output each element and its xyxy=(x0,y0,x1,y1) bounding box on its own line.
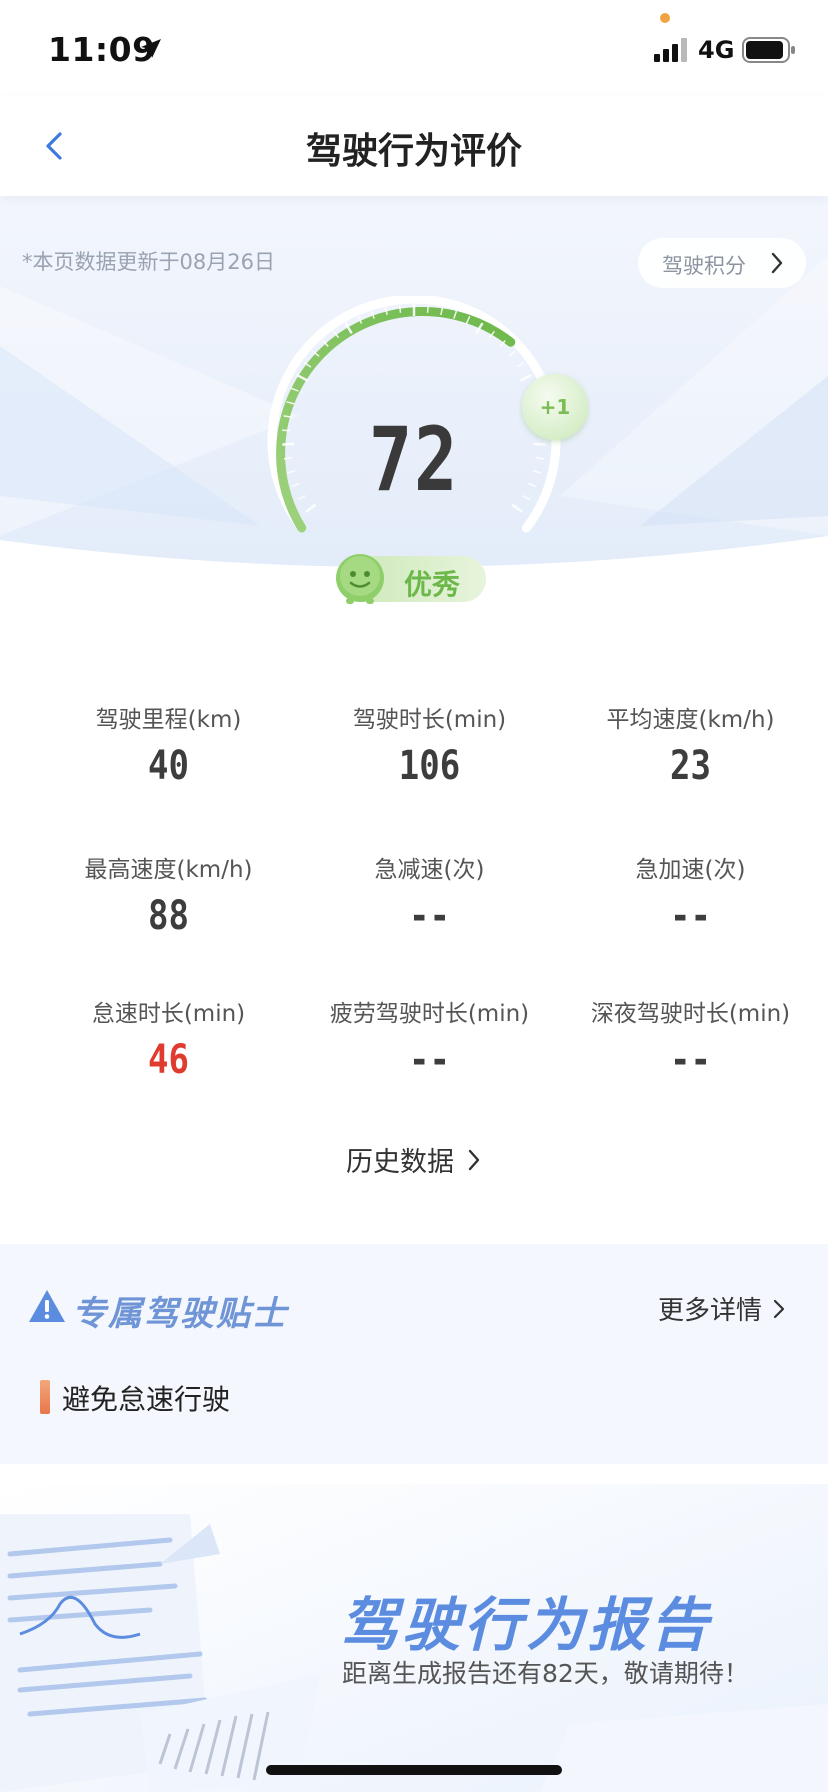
driving-tips-section: 专属驾驶贴士 更多详情 避免怠速行驶 xyxy=(0,1244,828,1464)
stat-label: 驾驶时长(min) xyxy=(352,707,507,733)
points-label: 驾驶积分 xyxy=(662,254,746,278)
tips-title: 专属驾驶贴士 xyxy=(72,1294,288,1334)
more-details-label: 更多详情 xyxy=(658,1296,763,1326)
privacy-indicator-dot xyxy=(660,13,670,23)
stat-value: 40 xyxy=(148,743,189,789)
smiley-face-icon xyxy=(336,554,384,604)
stat-idle-time: 怠速时长(min) 46 xyxy=(38,994,299,1082)
stat-mileage: 驾驶里程(km) 40 xyxy=(38,700,299,788)
stat-value: -- xyxy=(409,1037,450,1083)
battery-icon xyxy=(742,37,795,63)
level-badge: 优秀 xyxy=(336,554,486,604)
history-data-link[interactable]: 历史数据 xyxy=(0,1140,828,1179)
driving-points-button[interactable]: 驾驶积分 xyxy=(638,238,806,288)
tip-marker xyxy=(40,1380,50,1414)
stat-avg-speed: 平均速度(km/h) 23 xyxy=(560,700,821,788)
more-details-link[interactable]: 更多详情 xyxy=(658,1290,786,1327)
stat-fatigue-time: 疲劳驾驶时长(min) -- xyxy=(299,994,560,1082)
tip-text: 避免怠速行驶 xyxy=(62,1383,231,1416)
stat-hard-accel: 急加速(次) -- xyxy=(560,850,821,938)
stat-night-time: 深夜驾驶时长(min) -- xyxy=(560,994,821,1082)
score-change-badge: +1 xyxy=(522,374,588,440)
stat-value: -- xyxy=(670,893,711,939)
location-arrow-icon xyxy=(141,39,161,58)
stat-value: 23 xyxy=(670,743,711,789)
stat-value: -- xyxy=(670,1037,711,1083)
level-text: 优秀 xyxy=(404,568,461,601)
stat-label: 急减速(次) xyxy=(374,857,485,883)
nav-bar: 驾驶行为评价 xyxy=(0,96,828,196)
stat-label: 怠速时长(min) xyxy=(91,1001,246,1027)
chevron-right-icon xyxy=(773,1299,785,1318)
history-label: 历史数据 xyxy=(346,1147,454,1178)
stat-max-speed: 最高速度(km/h) 88 xyxy=(38,850,299,938)
stat-value: 46 xyxy=(148,1037,189,1083)
report-subtitle: 距离生成报告还有82天，敬请期待！ xyxy=(342,1659,749,1688)
cellular-signal-icon xyxy=(654,38,687,62)
tips-header: 专属驾驶贴士 xyxy=(28,1286,348,1334)
update-note: *本页数据更新于08月26日 xyxy=(22,250,275,274)
page-title: 驾驶行为评价 xyxy=(305,131,522,172)
stat-value: -- xyxy=(409,893,450,939)
network-type: 4G xyxy=(698,36,735,64)
stat-label: 驾驶里程(km) xyxy=(95,707,242,733)
stat-duration: 驾驶时长(min) 106 xyxy=(299,700,560,788)
stat-label: 平均速度(km/h) xyxy=(606,707,775,733)
stat-hard-braking: 急减速(次) -- xyxy=(299,850,560,938)
stat-label: 深夜驾驶时长(min) xyxy=(590,1001,791,1027)
chevron-right-icon xyxy=(771,252,783,274)
status-bar: 11:09 4G xyxy=(0,0,828,96)
score-hero: *本页数据更新于08月26日 驾驶积分 72 +1 优秀 xyxy=(0,196,828,636)
stat-label: 急加速(次) xyxy=(635,857,746,883)
home-indicator[interactable] xyxy=(266,1765,562,1775)
stat-value: 88 xyxy=(148,893,189,939)
report-title: 驾驶行为报告 xyxy=(340,1591,713,1659)
score-value: 72 xyxy=(368,408,460,511)
chevron-right-icon xyxy=(468,1149,480,1170)
report-banner: 驾驶行为报告 距离生成报告还有82天，敬请期待！ xyxy=(0,1484,828,1792)
stat-value: 106 xyxy=(398,743,461,789)
warning-icon xyxy=(29,1290,65,1322)
stat-label: 疲劳驾驶时长(min) xyxy=(329,1001,530,1027)
stat-label: 最高速度(km/h) xyxy=(84,857,253,883)
